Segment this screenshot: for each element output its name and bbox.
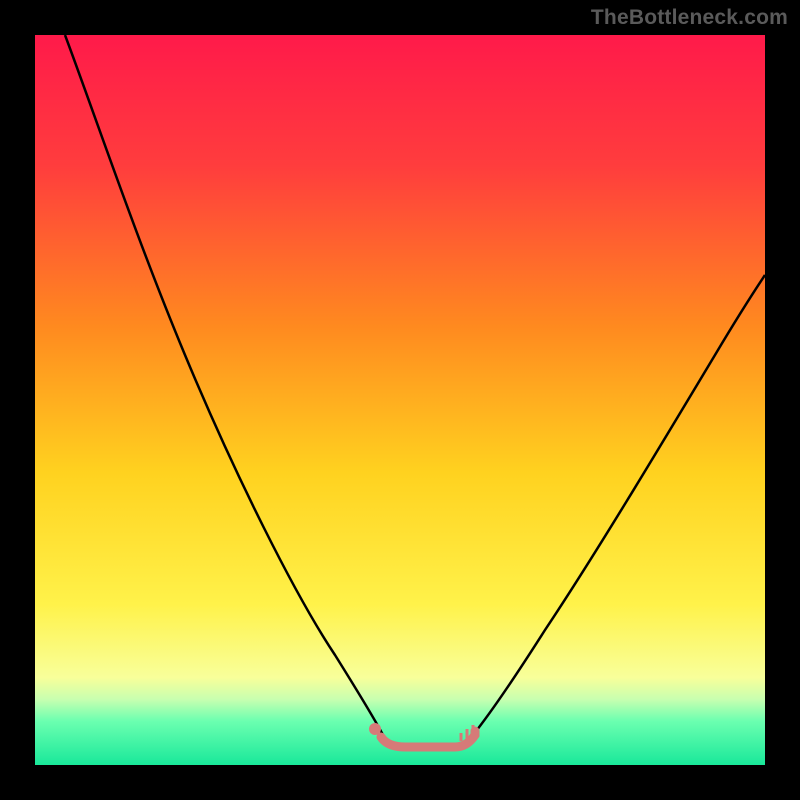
chart-curves [35, 35, 765, 765]
chart-frame [35, 35, 765, 765]
right-curve-path [473, 275, 765, 735]
marker-dot [369, 723, 381, 735]
left-curve-path [65, 35, 383, 735]
watermark-text: TheBottleneck.com [591, 6, 788, 30]
